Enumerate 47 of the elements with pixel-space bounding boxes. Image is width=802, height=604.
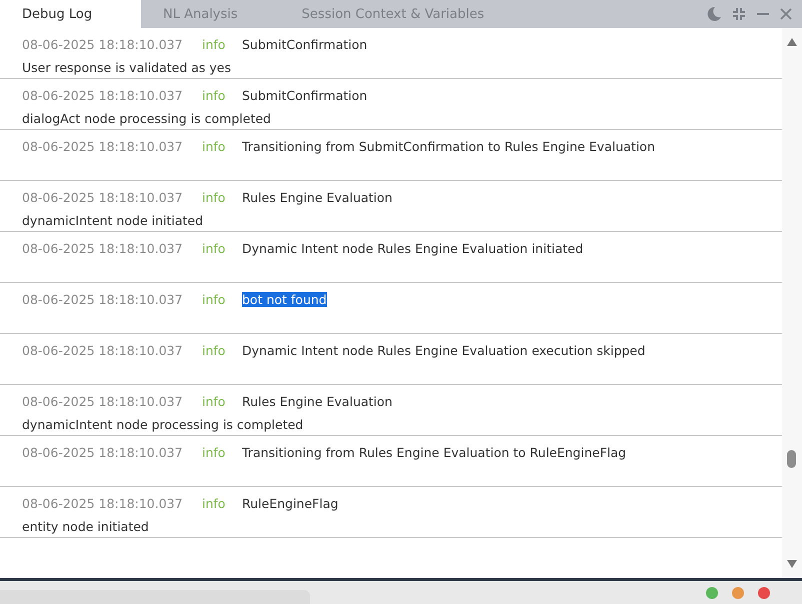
tab[interactable]: Session Context & Variables [280,0,506,28]
status-dot[interactable] [758,586,770,598]
status-dot[interactable] [706,586,718,598]
log-timestamp: 08-06-2025 18:18:10.037 [22,138,184,154]
log-level: info [202,394,226,408]
log-level: info [202,292,226,306]
log-level: info [202,496,226,510]
log-message: Rules Engine Evaluation [242,190,392,204]
status-dot[interactable] [732,586,744,598]
log-message: Transitioning from Rules Engine Evaluation to RuleEngineFlag [242,444,626,460]
log-message: RuleEngineFlag [242,496,338,510]
log-message: SubmitConfirmation [242,88,368,102]
log-detail: entity node initiated [22,519,149,534]
log-detail: User response is validated as yes [22,60,232,75]
log-message: SubmitConfirmation [242,36,368,52]
log-message: Rules Engine Evaluation [242,394,392,408]
log-timestamp: 08-06-2025 18:18:10.037 [22,444,184,460]
log-message: Dynamic Intent node Rules Engine Evaluation execution skipped [242,342,646,358]
log-timestamp: 08-06-2025 18:18:10.037 [22,190,184,204]
log-level: info [202,240,226,256]
close-icon[interactable] [780,8,792,20]
tab[interactable]: NL Analysis [141,0,260,28]
log-message: Transitioning from SubmitConfirmation to Rules Engine Evaluation [242,138,655,154]
log-timestamp: 08-06-2025 18:18:10.037 [22,394,184,408]
log-level: info [202,36,226,52]
scroll-up-icon[interactable] [787,38,797,46]
log-timestamp: 08-06-2025 18:18:10.037 [22,496,184,510]
log-detail: dialogAct node processing is completed [22,111,271,126]
log-timestamp: 08-06-2025 18:18:10.037 [22,342,184,358]
log-message: Dynamic Intent node Rules Engine Evaluation initiated [242,240,584,256]
log-level: info [202,88,226,102]
moon-icon[interactable] [706,6,722,22]
log-timestamp: 08-06-2025 18:18:10.037 [22,36,184,52]
log-message: bot not found [242,292,327,306]
scrollbar-thumb[interactable] [787,450,796,468]
log-level: info [202,138,226,154]
log-timestamp: 08-06-2025 18:18:10.037 [22,292,184,306]
collapse-icon[interactable] [732,7,746,21]
log-detail: dynamicIntent node initiated [22,213,204,228]
log-level: info [202,190,226,204]
log-timestamp: 08-06-2025 18:18:10.037 [22,88,184,102]
log-timestamp: 08-06-2025 18:18:10.037 [22,240,184,256]
scroll-down-icon[interactable] [787,560,797,568]
log-level: info [202,342,226,358]
log-level: info [202,444,226,460]
log-detail: dynamicIntent node processing is completed [22,417,304,432]
tab[interactable]: Debug Log [0,0,141,28]
